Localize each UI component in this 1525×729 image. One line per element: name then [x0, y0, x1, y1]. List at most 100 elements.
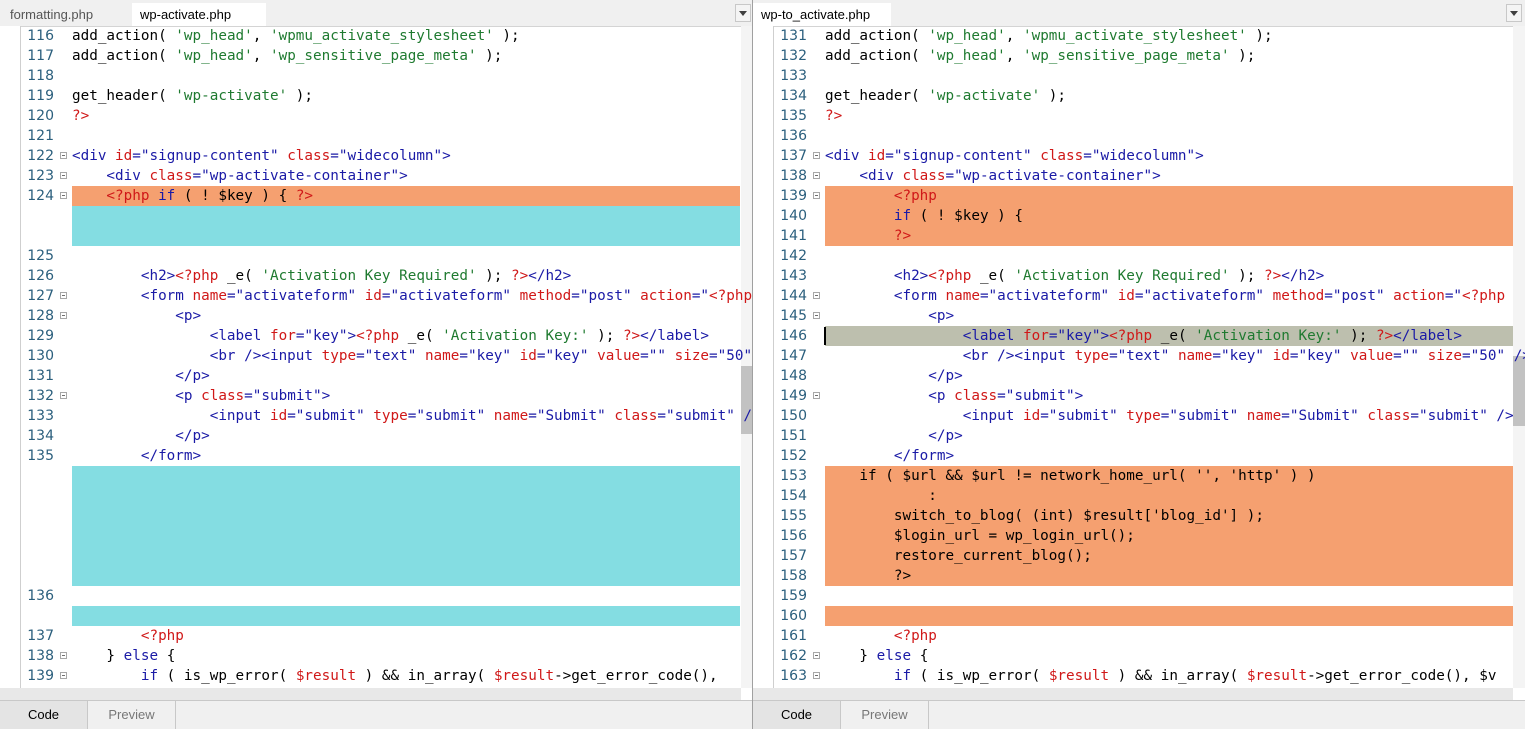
code-line[interactable]: 133 <input id="submit" type="submit" nam…: [0, 406, 753, 426]
code-line[interactable]: 149 <p class="submit">: [753, 386, 1525, 406]
code-line[interactable]: 118: [0, 66, 753, 86]
code-line[interactable]: 157 restore_current_blog();: [753, 546, 1525, 566]
tab-formatting-php[interactable]: formatting.php: [2, 3, 101, 26]
code-line[interactable]: 155 switch_to_blog( (int) $result['blog_…: [753, 506, 1525, 526]
code-line[interactable]: 131 add_action( 'wp_head', 'wpmu_activate…: [753, 26, 1525, 46]
code-line[interactable]: 131 </p>: [0, 366, 753, 386]
tab-list-dropdown-icon[interactable]: [1506, 4, 1522, 22]
fold-toggle-icon[interactable]: [60, 192, 67, 199]
fold-toggle-icon[interactable]: [60, 672, 67, 679]
code-line[interactable]: 138 } else {: [0, 646, 753, 666]
code-line[interactable]: 138 <div class="wp-activate-container">: [753, 166, 1525, 186]
code-line[interactable]: [0, 546, 753, 566]
left-code-view-tab[interactable]: Code: [0, 701, 88, 729]
code-line[interactable]: 123 <div class="wp-activate-container">: [0, 166, 753, 186]
code-line[interactable]: 144 <form name="activateform" id="activa…: [753, 286, 1525, 306]
code-line[interactable]: 126 <h2><?php _e( 'Activation Key Requir…: [0, 266, 753, 286]
left-preview-view-tab[interactable]: Preview: [88, 701, 176, 729]
code-text: <div class="wp-activate-container">: [72, 166, 407, 186]
fold-toggle-icon[interactable]: [60, 172, 67, 179]
code-token: if ( $url && $url != network_home_url( '…: [825, 468, 1316, 484]
code-line[interactable]: 134 </p>: [0, 426, 753, 446]
code-line[interactable]: 132 add_action( 'wp_head', 'wp_sensitive_…: [753, 46, 1525, 66]
fold-toggle-icon[interactable]: [60, 392, 67, 399]
code-line[interactable]: 134 get_header( 'wp-activate' );: [753, 86, 1525, 106]
code-line[interactable]: [0, 206, 753, 226]
code-line[interactable]: 162 } else {: [753, 646, 1525, 666]
code-line[interactable]: 141 ?>: [753, 226, 1525, 246]
code-line[interactable]: 136: [0, 586, 753, 606]
code-line[interactable]: [0, 606, 753, 626]
fold-toggle-icon[interactable]: [60, 312, 67, 319]
code-line[interactable]: 120 ?>: [0, 106, 753, 126]
code-line[interactable]: 116 add_action( 'wp_head', 'wpmu_activate…: [0, 26, 753, 46]
fold-toggle-icon[interactable]: [813, 652, 820, 659]
code-line[interactable]: 130 <br /><input type="text" name="key" …: [0, 346, 753, 366]
code-line[interactable]: 146 <label for="key"><?php _e( 'Activati…: [753, 326, 1525, 346]
code-line[interactable]: [0, 566, 753, 586]
code-line[interactable]: 152 </form>: [753, 446, 1525, 466]
code-line[interactable]: 154 :: [753, 486, 1525, 506]
fold-toggle-icon[interactable]: [60, 292, 67, 299]
code-line[interactable]: 158 ?>: [753, 566, 1525, 586]
code-line[interactable]: 117 add_action( 'wp_head', 'wp_sensitive_…: [0, 46, 753, 66]
code-line[interactable]: [0, 486, 753, 506]
code-line[interactable]: 159: [753, 586, 1525, 606]
code-line[interactable]: 132 <p class="submit">: [0, 386, 753, 406]
code-line[interactable]: [0, 506, 753, 526]
fold-toggle-icon[interactable]: [813, 312, 820, 319]
left-code-editor[interactable]: 116 add_action( 'wp_head', 'wpmu_activate…: [0, 26, 753, 688]
code-line[interactable]: 147 <br /><input type="text" name="key" …: [753, 346, 1525, 366]
code-line[interactable]: 156 $login_url = wp_login_url();: [753, 526, 1525, 546]
tab-wp-to-activate-php[interactable]: wp-to_activate.php: [753, 3, 891, 26]
right-vertical-scroll-thumb[interactable]: [1513, 356, 1525, 426]
code-text: <p>: [72, 306, 201, 326]
fold-toggle-icon[interactable]: [813, 172, 820, 179]
code-line[interactable]: 135 ?>: [753, 106, 1525, 126]
code-line[interactable]: 161 <?php: [753, 626, 1525, 646]
code-line[interactable]: 139 if ( is_wp_error( $result ) && in_ar…: [0, 666, 753, 686]
left-horizontal-scrollbar[interactable]: [0, 688, 741, 700]
fold-toggle-icon[interactable]: [813, 152, 820, 159]
right-code-editor[interactable]: 131 add_action( 'wp_head', 'wpmu_activate…: [753, 26, 1525, 688]
code-line[interactable]: 129 <label for="key"><?php _e( 'Activati…: [0, 326, 753, 346]
fold-toggle-icon[interactable]: [813, 192, 820, 199]
code-line[interactable]: 127 <form name="activateform" id="activa…: [0, 286, 753, 306]
code-line[interactable]: 137 <div id="signup-content" class="widec…: [753, 146, 1525, 166]
pane-splitter[interactable]: [752, 0, 753, 729]
code-line[interactable]: 121: [0, 126, 753, 146]
code-line[interactable]: 128 <p>: [0, 306, 753, 326]
code-line[interactable]: 145 <p>: [753, 306, 1525, 326]
right-preview-view-tab[interactable]: Preview: [841, 701, 929, 729]
code-line[interactable]: 151 </p>: [753, 426, 1525, 446]
code-line[interactable]: [0, 466, 753, 486]
code-line[interactable]: 119 get_header( 'wp-activate' );: [0, 86, 753, 106]
code-line[interactable]: 122 <div id="signup-content" class="widec…: [0, 146, 753, 166]
code-line[interactable]: 142: [753, 246, 1525, 266]
fold-toggle-icon[interactable]: [813, 672, 820, 679]
code-line[interactable]: 124 <?php if ( ! $key ) { ?>: [0, 186, 753, 206]
fold-toggle-icon[interactable]: [813, 392, 820, 399]
code-line[interactable]: 137 <?php: [0, 626, 753, 646]
code-line[interactable]: 140 if ( ! $key ) {: [753, 206, 1525, 226]
code-line[interactable]: 150 <input id="submit" type="submit" nam…: [753, 406, 1525, 426]
code-line[interactable]: 136: [753, 126, 1525, 146]
code-line[interactable]: [0, 526, 753, 546]
code-line[interactable]: 153 if ( $url && $url != network_home_ur…: [753, 466, 1525, 486]
code-line[interactable]: 160: [753, 606, 1525, 626]
right-code-view-tab[interactable]: Code: [753, 701, 841, 729]
code-line[interactable]: 125: [0, 246, 753, 266]
code-line[interactable]: 139 <?php: [753, 186, 1525, 206]
tab-wp-activate-php[interactable]: wp-activate.php: [132, 3, 266, 26]
right-horizontal-scrollbar[interactable]: [753, 688, 1513, 700]
fold-toggle-icon[interactable]: [813, 292, 820, 299]
code-line[interactable]: 135 </form>: [0, 446, 753, 466]
code-line[interactable]: 133: [753, 66, 1525, 86]
code-line[interactable]: [0, 226, 753, 246]
code-line[interactable]: 163 if ( is_wp_error( $result ) && in_ar…: [753, 666, 1525, 686]
code-line[interactable]: 148 </p>: [753, 366, 1525, 386]
fold-toggle-icon[interactable]: [60, 652, 67, 659]
code-line[interactable]: 143 <h2><?php _e( 'Activation Key Requir…: [753, 266, 1525, 286]
tab-list-dropdown-icon[interactable]: [735, 4, 751, 22]
fold-toggle-icon[interactable]: [60, 152, 67, 159]
